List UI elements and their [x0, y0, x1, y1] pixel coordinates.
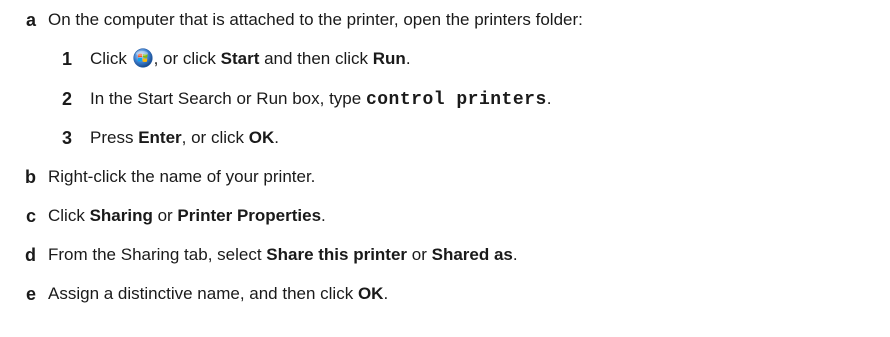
step-text: On the computer that is attached to the … — [48, 10, 583, 29]
step-d: d From the Sharing tab, select Share thi… — [0, 242, 890, 268]
command-text: control printers — [365, 90, 547, 110]
substep-3: 3 Press Enter, or click OK. — [0, 125, 890, 151]
substep-2: 2 In the Start Search or Run box, type c… — [0, 86, 890, 112]
step-marker: a — [25, 10, 36, 30]
step-text: Click Sharing or Printer Properties. — [48, 206, 326, 225]
step-text: Right-click the name of your printer. — [48, 167, 316, 186]
step-b: b Right-click the name of your printer. — [0, 164, 890, 190]
substep-text: Click , or click Start and then click Ru… — [90, 48, 411, 68]
step-marker: e — [25, 284, 36, 304]
substep-text: In the Start Search or Run box, type con… — [90, 89, 552, 110]
substep-marker: 2 — [61, 89, 72, 109]
step-marker: d — [25, 245, 36, 265]
step-marker: b — [25, 167, 36, 187]
substep-text: Press Enter, or click OK. — [90, 128, 279, 147]
step-text: Assign a distinctive name, and then clic… — [48, 284, 389, 303]
substep-marker: 1 — [61, 49, 72, 69]
step-a: a On the computer that is attached to th… — [0, 7, 890, 33]
substep-1: 1 Click , or click Start and then click … — [0, 46, 890, 72]
step-text: From the Sharing tab, select Share this … — [48, 245, 518, 264]
step-e: e Assign a distinctive name, and then cl… — [0, 281, 890, 307]
windows-start-orb-icon — [132, 48, 153, 68]
substep-marker: 3 — [61, 128, 72, 148]
step-c: c Click Sharing or Printer Properties. — [0, 203, 890, 229]
step-marker: c — [25, 206, 36, 226]
